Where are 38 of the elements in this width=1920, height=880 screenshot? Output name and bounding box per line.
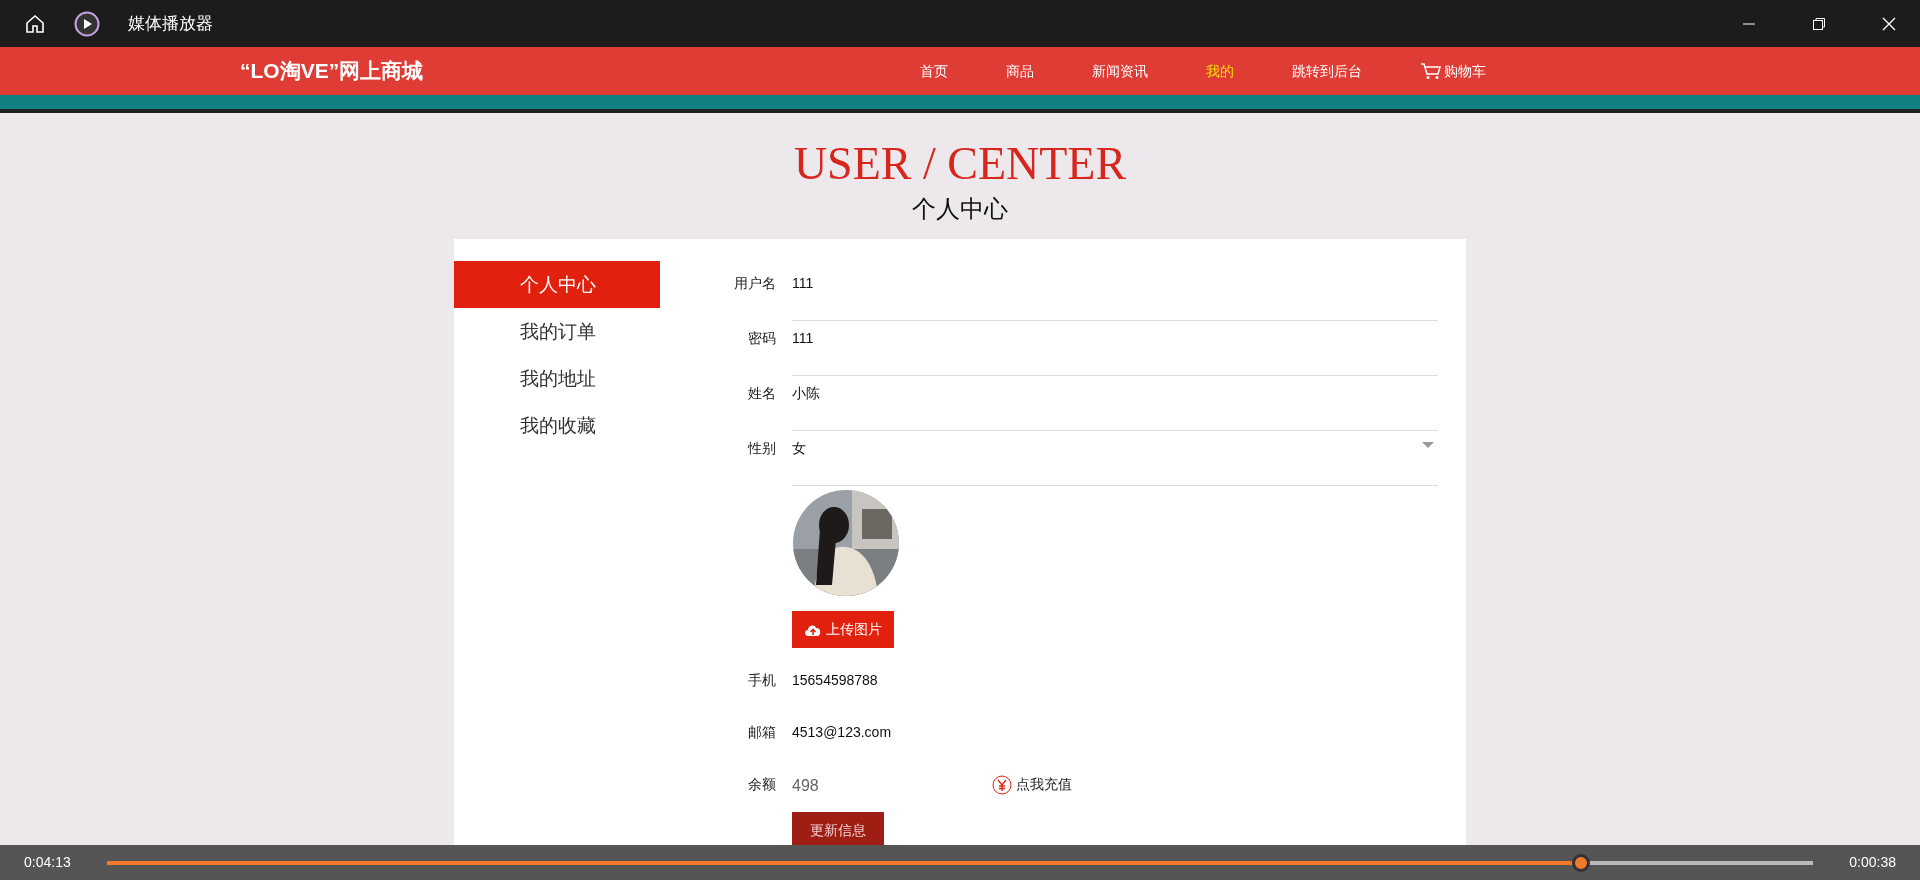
input-field[interactable]: 111 <box>792 273 1438 321</box>
home-icon[interactable] <box>24 12 46 35</box>
close-icon[interactable] <box>1882 16 1896 31</box>
nav-link[interactable]: 首页 <box>920 60 948 82</box>
balance-value: 498 <box>792 776 820 796</box>
page-title: USER / CENTER <box>792 141 1128 187</box>
nav-link[interactable]: 新闻资讯 <box>1092 60 1148 82</box>
field-label: 性别 <box>746 439 777 458</box>
field-label: 姓名 <box>747 384 777 403</box>
play-icon <box>74 10 100 37</box>
sidebar-item[interactable]: 我的收藏 <box>454 402 660 449</box>
input-field[interactable]: 111 <box>792 328 1438 376</box>
input-field[interactable]: 15654598788 <box>792 670 1438 717</box>
field-label: 密码 <box>747 329 777 348</box>
remaining-time: 0:00:38 <box>1849 853 1896 872</box>
elapsed-time: 0:04:13 <box>24 853 71 872</box>
sidebar-item[interactable]: 我的订单 <box>454 308 660 355</box>
field-label: 余额 <box>747 775 777 794</box>
sidebar-item[interactable]: 个人中心 <box>454 261 660 308</box>
input-field[interactable]: 4513@123.com <box>792 722 1438 769</box>
cart-icon[interactable] <box>1420 62 1442 80</box>
nav-link[interactable]: 跳转到后台 <box>1292 60 1362 82</box>
field-label: 用户名 <box>733 274 777 293</box>
site-logo: “LO淘VE”网上商城 <box>240 58 425 85</box>
input-field[interactable]: 小陈 <box>792 383 1438 431</box>
select-field[interactable]: 女 <box>792 438 1438 486</box>
field-label: 手机 <box>747 671 777 690</box>
recharge-link[interactable]: 点我充值 <box>1016 774 1072 795</box>
page-subtitle: 个人中心 <box>911 194 1009 224</box>
window-title: 媒体播放器 <box>128 12 213 35</box>
caret-icon <box>1422 442 1434 448</box>
restore-icon[interactable] <box>1812 16 1826 31</box>
upload-button[interactable]: 上传图片 <box>792 611 894 648</box>
field-label: 邮箱 <box>747 723 777 742</box>
cart-link[interactable]: 购物车 <box>1444 60 1486 82</box>
nav-link[interactable]: 商品 <box>1006 60 1034 82</box>
sidebar-item[interactable]: 我的地址 <box>454 355 660 402</box>
yen-icon <box>992 774 1012 795</box>
